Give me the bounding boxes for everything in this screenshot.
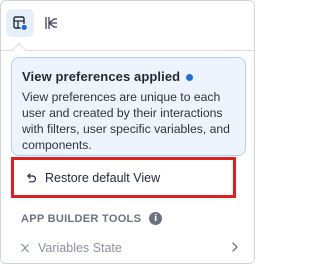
- chevron-right-icon: [232, 242, 238, 252]
- restore-default-view-button[interactable]: Restore default View: [11, 157, 236, 198]
- undo-icon: [27, 172, 37, 182]
- view-preferences-icon: [13, 16, 28, 31]
- hierarchy-button[interactable]: [37, 9, 65, 37]
- view-preferences-panel: View preferences applied View preference…: [0, 0, 255, 264]
- menu-item-label: Variables State: [38, 241, 122, 255]
- app-builder-section-header: APP BUILDER TOOLS i: [21, 212, 163, 225]
- info-card: View preferences applied View preference…: [11, 57, 246, 156]
- hierarchy-icon: [45, 17, 57, 29]
- view-preferences-button[interactable]: [6, 9, 34, 37]
- info-title-row: View preferences applied: [22, 69, 235, 84]
- info-body: View preferences are unique to each user…: [22, 90, 230, 152]
- popover: View preferences applied View preference…: [1, 50, 254, 263]
- menu-item-variables-state[interactable]: Variables State: [19, 236, 244, 260]
- section-title: APP BUILDER TOOLS: [21, 212, 142, 225]
- info-icon[interactable]: i: [149, 212, 163, 225]
- variable-x-icon: [20, 243, 30, 253]
- info-title: View preferences applied: [22, 69, 181, 84]
- restore-label: Restore default View: [45, 170, 161, 185]
- toolbar: [1, 1, 254, 45]
- status-dot-icon: [186, 73, 194, 81]
